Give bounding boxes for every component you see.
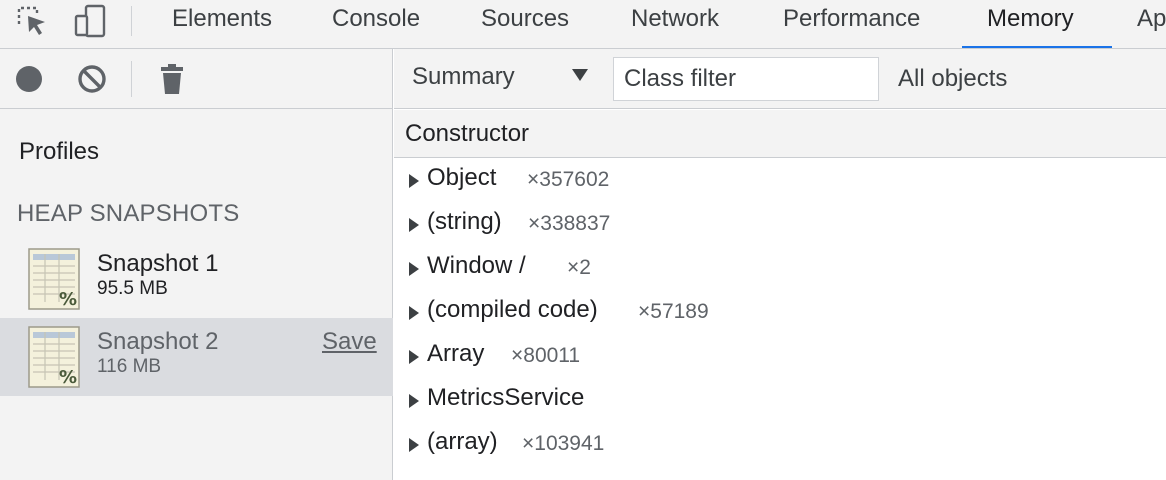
tab-console[interactable]: Console <box>332 0 420 48</box>
table-row[interactable]: (compiled code) ×57189 <box>394 290 1166 334</box>
snapshot-item-1[interactable]: % Snapshot 1 95.5 MB <box>0 240 393 318</box>
table-row[interactable]: (array) ×103941 <box>394 422 1166 466</box>
constructor-name: (array) <box>427 428 498 455</box>
heap-snapshot-icon: % <box>28 326 80 388</box>
constructor-name: Window / <box>427 252 526 279</box>
constructor-name: Object <box>427 164 497 191</box>
table-row[interactable]: Window / ×2 <box>394 246 1166 290</box>
tab-performance[interactable]: Performance <box>783 0 920 48</box>
trash-icon[interactable] <box>155 62 189 96</box>
expand-triangle-icon[interactable] <box>409 262 419 276</box>
constructor-table: Object ×357602 (string) ×338837 Window /… <box>394 158 1166 480</box>
clear-icon[interactable] <box>75 62 109 96</box>
heap-snapshots-section-title: HEAP SNAPSHOTS <box>17 200 240 227</box>
instance-count: ×357602 <box>527 168 610 191</box>
toolbar-divider <box>131 61 132 97</box>
profiles-toolbar <box>0 49 393 109</box>
svg-text:%: % <box>59 367 77 388</box>
snapshot-name: Snapshot 1 <box>97 250 219 277</box>
device-toolbar-icon[interactable] <box>72 4 108 38</box>
profiles-sidebar: Profiles HEAP SNAPSHOTS % Snapshot 1 95.… <box>0 49 393 480</box>
expand-triangle-icon[interactable] <box>409 174 419 188</box>
expand-triangle-icon[interactable] <box>409 350 419 364</box>
instance-count: ×80011 <box>511 344 581 367</box>
object-scope-select[interactable]: All objects <box>898 65 1007 93</box>
expand-triangle-icon[interactable] <box>409 438 419 452</box>
table-row[interactable]: MetricsService <box>394 378 1166 422</box>
devtools-tab-bar: Elements Console Sources Network Perform… <box>0 0 1166 49</box>
instance-count: ×57189 <box>638 300 709 323</box>
constructor-name: Array <box>427 340 485 367</box>
constructor-name: (compiled code) <box>427 296 598 323</box>
inspect-element-icon[interactable] <box>14 4 50 38</box>
table-row[interactable]: (string) ×338837 <box>394 202 1166 246</box>
class-filter-input[interactable] <box>613 57 879 101</box>
snapshot-name: Snapshot 2 <box>97 328 219 355</box>
tab-sources[interactable]: Sources <box>481 0 569 48</box>
expand-triangle-icon[interactable] <box>409 306 419 320</box>
column-header-label: Constructor <box>405 120 530 147</box>
constructor-name: MetricsService <box>427 384 585 411</box>
save-snapshot-link[interactable]: Save <box>322 328 377 356</box>
expand-triangle-icon[interactable] <box>409 218 419 232</box>
toolbar-divider <box>131 6 132 36</box>
snapshot-toolbar: Summary All objects <box>394 49 1166 109</box>
table-row[interactable]: Object ×357602 <box>394 158 1166 202</box>
heap-snapshot-view: Summary All objects Constructor Object ×… <box>394 49 1166 480</box>
instance-count: ×338837 <box>528 212 611 235</box>
table-row[interactable]: Array ×80011 <box>394 334 1166 378</box>
snapshot-item-2[interactable]: % Snapshot 2 116 MB Save <box>0 318 393 396</box>
record-icon[interactable] <box>12 62 46 96</box>
svg-text:%: % <box>59 289 77 310</box>
view-select[interactable]: Summary <box>412 63 592 97</box>
instance-count: ×103941 <box>522 432 605 455</box>
tab-elements[interactable]: Elements <box>172 0 272 48</box>
snapshot-size: 116 MB <box>97 356 162 377</box>
snapshot-size: 95.5 MB <box>97 278 168 299</box>
instance-count: ×2 <box>567 256 591 279</box>
constructor-name: (string) <box>427 208 502 235</box>
constructor-column-header[interactable]: Constructor <box>394 110 1166 158</box>
profiles-title: Profiles <box>19 138 100 165</box>
chevron-down-icon <box>572 69 588 81</box>
tab-network[interactable]: Network <box>631 0 719 48</box>
expand-triangle-icon[interactable] <box>409 394 419 408</box>
tab-application[interactable]: Ap <box>1137 0 1166 48</box>
tab-memory[interactable]: Memory <box>987 0 1074 48</box>
view-select-value: Summary <box>412 63 515 90</box>
heap-snapshot-icon: % <box>28 248 80 310</box>
